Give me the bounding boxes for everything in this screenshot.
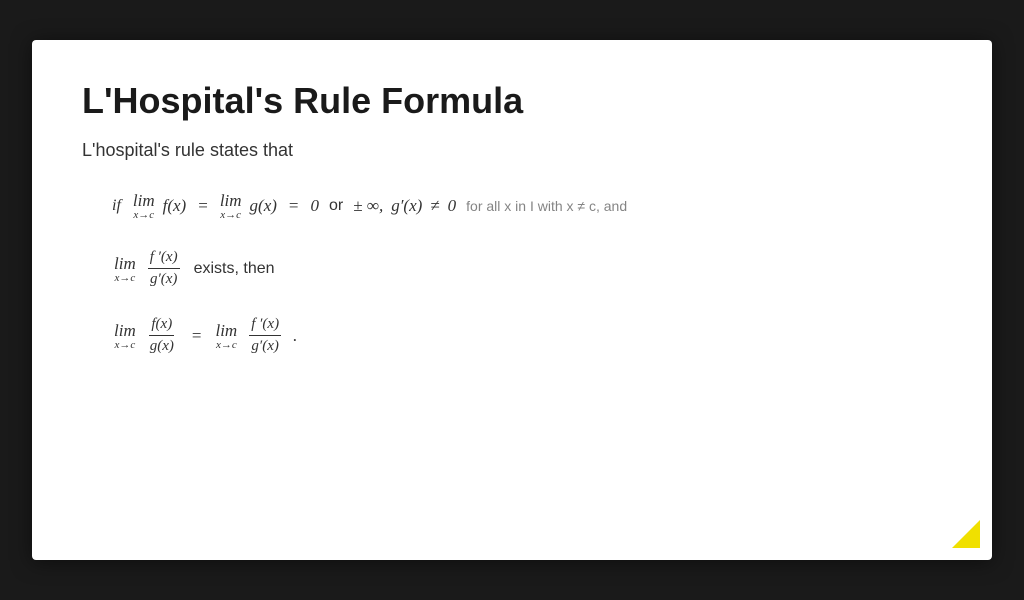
gprime-x: g′(x) [391,196,422,216]
eq2: = [289,196,299,216]
condition-line2: lim x→c f ′(x) g′(x) exists, then [112,249,942,288]
denominator-g: g(x) [148,336,176,355]
slide: L'Hospital's Rule Formula L'hospital's r… [32,40,992,560]
if-text: if [112,197,121,215]
denominator-gprime2: g′(x) [249,336,280,355]
conclusion-line: lim x→c f(x) g(x) = lim x→c f ′(x) g′(x)… [112,316,942,355]
period: . [293,326,297,346]
func-gx: g(x) [250,196,277,216]
denominator-gprime: g′(x) [148,269,179,288]
limit-conclusion1: lim x→c [114,321,136,351]
neq: ≠ [430,196,439,216]
zero2: 0 [448,196,457,216]
or-text: or [329,197,343,215]
limit-gx: lim x→c [220,191,242,221]
func-fx: f(x) [163,196,187,216]
limit-frac1: lim x→c [114,254,136,284]
condition-line: if lim x→c f(x) = lim x→c g(x) = 0 or ± … [112,191,942,221]
slide-subtitle: L'hospital's rule states that [82,140,942,161]
math-content: if lim x→c f(x) = lim x→c g(x) = 0 or ± … [82,191,942,355]
exists-then-text: exists, then [194,260,275,278]
zero: 0 [311,196,320,216]
limit-fx: lim x→c [133,191,155,221]
eq1: = [198,196,208,216]
frac-f-g: f(x) g(x) [148,316,176,355]
frac-fprime-gprime-1: f ′(x) g′(x) [148,249,180,288]
numerator-fprime2: f ′(x) [249,316,281,336]
pm-inf: ± ∞, [353,196,383,216]
for-all-text: for all x in I with x ≠ c, and [466,198,627,214]
numerator-fprime: f ′(x) [148,249,180,269]
eq-conclusion: = [192,326,202,346]
numerator-f: f(x) [149,316,174,336]
frac-fprime-gprime-2: f ′(x) g′(x) [249,316,281,355]
corner-accent [950,518,980,548]
limit-conclusion2: lim x→c [215,321,237,351]
slide-title: L'Hospital's Rule Formula [82,80,942,122]
